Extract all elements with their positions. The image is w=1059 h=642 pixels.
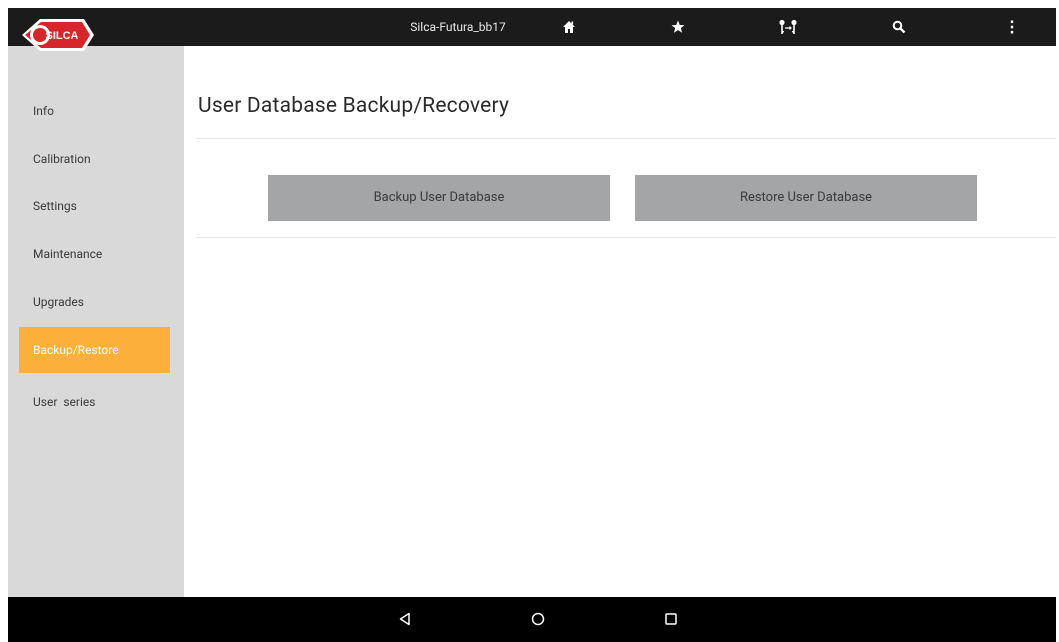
home-icon[interactable]	[559, 17, 579, 37]
title-divider	[196, 138, 1056, 139]
recents-icon[interactable]	[659, 607, 683, 631]
silca-logo: SILCA	[18, 14, 98, 56]
key-swap-icon[interactable]	[778, 17, 798, 37]
more-vert-icon[interactable]	[1002, 17, 1022, 37]
app-window: Silca-Futura_bb17 SILCA Info Calibration…	[8, 8, 1056, 642]
star-icon[interactable]	[668, 17, 688, 37]
page-title: User Database Backup/Recovery	[198, 94, 510, 118]
section-divider	[196, 237, 1056, 238]
logo-text: SILCA	[46, 30, 79, 42]
sidebar: Info Calibration Settings Maintenance Up…	[8, 46, 184, 597]
restore-user-database-button[interactable]: Restore User Database	[635, 175, 977, 221]
sidebar-item-upgrades[interactable]: Upgrades	[19, 279, 170, 325]
sidebar-item-backup-restore[interactable]: Backup/Restore	[19, 327, 170, 373]
sidebar-item-user-series[interactable]: User series	[19, 379, 170, 425]
sidebar-item-info[interactable]: Info	[19, 88, 170, 134]
backup-user-database-button[interactable]: Backup User Database	[268, 175, 610, 221]
app-title: Silca-Futura_bb17	[410, 20, 506, 34]
sidebar-item-calibration[interactable]: Calibration	[19, 136, 170, 182]
home-circle-icon[interactable]	[526, 607, 550, 631]
sidebar-item-settings[interactable]: Settings	[19, 183, 170, 229]
sidebar-item-maintenance[interactable]: Maintenance	[19, 231, 170, 277]
top-bar: Silca-Futura_bb17	[8, 8, 1056, 46]
search-icon[interactable]	[889, 17, 909, 37]
android-nav-bar	[8, 597, 1056, 642]
main-content: User Database Backup/Recovery Backup Use…	[184, 46, 1056, 597]
back-icon[interactable]	[393, 607, 417, 631]
